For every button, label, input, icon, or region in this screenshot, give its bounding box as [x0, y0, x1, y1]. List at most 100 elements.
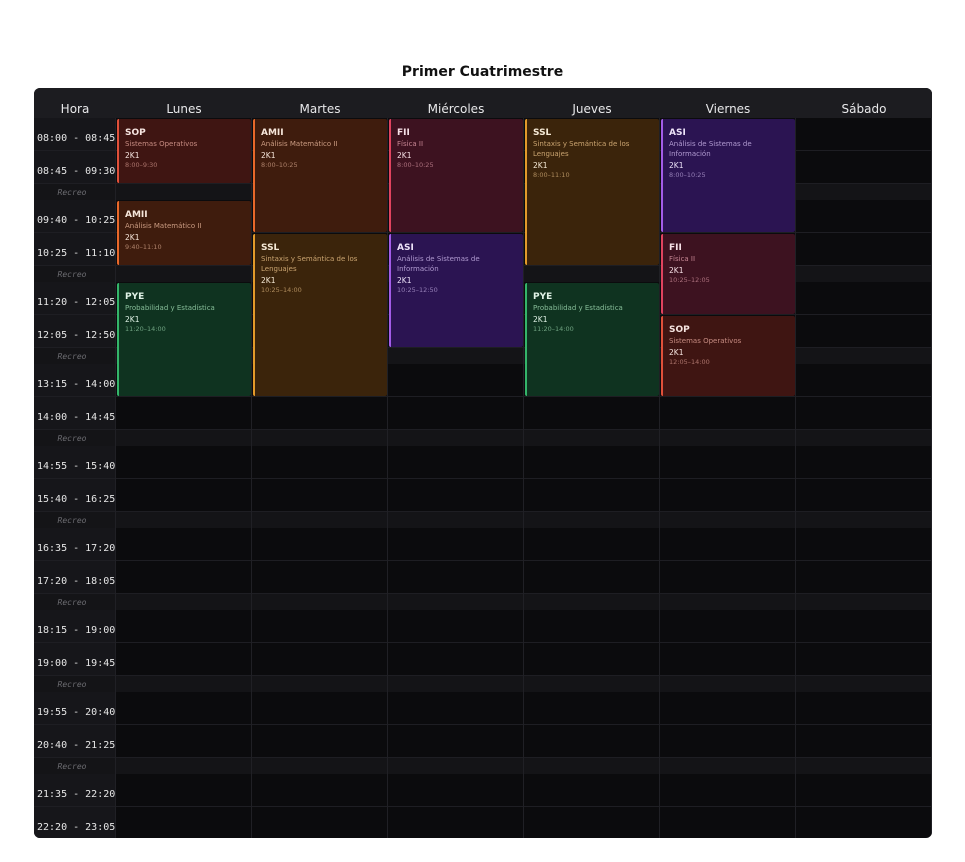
time-slot-label: 08:00 - 08:45 [37, 133, 116, 144]
class-block-sop[interactable]: SOP Sistemas Operativos 2K1 12:05–14:00 [661, 316, 795, 396]
class-group: 2K1 [261, 151, 276, 160]
class-code: SSL [533, 128, 552, 138]
time-slot-label: 15:40 - 16:25 [37, 494, 116, 505]
row-divider [34, 724, 932, 725]
column-divider [251, 88, 252, 838]
header-day-lunes: Lunes [166, 102, 202, 116]
class-name: Análisis de Sistemas de Información [397, 255, 480, 273]
class-block-amii[interactable]: AMII Análisis Matemático II 2K1 8:00–10:25 [253, 119, 387, 232]
time-slot-label: 22:20 - 23:05 [37, 822, 116, 833]
row-divider [34, 396, 932, 397]
class-code: SSL [261, 243, 280, 253]
class-group: 2K1 [669, 161, 684, 170]
header-day-sabado: Sábado [841, 102, 887, 116]
recess-band [34, 430, 932, 446]
recess-label: Recreo [57, 270, 87, 279]
class-name: Física II [397, 140, 424, 148]
class-code: SOP [125, 128, 146, 138]
recess-band [34, 676, 932, 692]
class-block-ssl[interactable]: SSL Sintaxis y Semántica de los Lenguajes… [525, 119, 659, 265]
time-slot-label: 13:15 - 14:00 [37, 379, 116, 390]
class-group: 2K1 [533, 315, 548, 324]
class-group: 2K1 [125, 233, 140, 242]
recess-label: Recreo [57, 434, 87, 443]
time-slot-label: 19:00 - 19:45 [37, 658, 116, 669]
class-time: 8:00–10:25 [669, 171, 706, 179]
class-time: 10:25–12:05 [669, 276, 710, 284]
class-name: Análisis Matemático II [125, 222, 202, 230]
class-name: Probabilidad y Estadística [125, 304, 215, 312]
recess-label: Recreo [57, 188, 87, 197]
class-group: 2K1 [669, 266, 684, 275]
class-time: 12:05–14:00 [669, 358, 710, 366]
header-day-viernes: Viernes [705, 102, 751, 116]
class-time: 8:00–11:10 [533, 171, 570, 179]
recess-label: Recreo [57, 762, 87, 771]
class-group: 2K1 [125, 151, 140, 160]
time-slot-label: 19:55 - 20:40 [37, 707, 116, 718]
recess-band [34, 758, 932, 774]
class-block-fii[interactable]: FII Física II 2K1 10:25–12:05 [661, 234, 795, 314]
class-block-amii[interactable]: AMII Análisis Matemático II 2K1 9:40–11:10 [117, 201, 251, 265]
class-code: AMII [261, 128, 284, 138]
column-divider [795, 88, 796, 838]
column-divider [115, 88, 116, 838]
time-slot-label: 14:55 - 15:40 [37, 461, 116, 472]
class-code: PYE [125, 292, 145, 302]
recess-label: Recreo [57, 680, 87, 689]
class-code: FII [397, 128, 410, 138]
time-slot-label: 21:35 - 22:20 [37, 789, 116, 800]
class-name: Probabilidad y Estadística [533, 304, 623, 312]
class-group: 2K1 [261, 276, 276, 285]
class-group: 2K1 [397, 151, 412, 160]
time-slot-label: 17:20 - 18:05 [37, 576, 116, 587]
recess-band [34, 512, 932, 528]
class-name: Análisis Matemático II [261, 140, 338, 148]
recess-label: Recreo [57, 516, 87, 525]
class-name: Sintaxis y Semántica de los Lenguajes [533, 140, 630, 158]
class-time: 8:00–9:30 [125, 161, 158, 169]
time-slot-label: 08:45 - 09:30 [37, 166, 116, 177]
class-block-asi[interactable]: ASI Análisis de Sistemas de Información 2K… [661, 119, 795, 232]
time-slot-label: 20:40 - 21:25 [37, 740, 116, 751]
row-divider [34, 642, 932, 643]
header-row: Hora Lunes Martes Miércoles Jueves Viern… [34, 88, 932, 118]
class-time: 8:00–10:25 [397, 161, 434, 169]
row-divider [34, 478, 932, 479]
class-block-pye[interactable]: PYE Probabilidad y Estadística 2K1 11:20–14… [117, 283, 251, 396]
class-code: SOP [669, 325, 690, 335]
class-code: FII [669, 243, 682, 253]
class-code: PYE [533, 292, 553, 302]
class-time: 9:40–11:10 [125, 243, 162, 251]
header-day-miercoles: Miércoles [427, 102, 485, 116]
time-slot-label: 12:05 - 12:50 [37, 330, 116, 341]
class-code: ASI [669, 128, 686, 138]
class-time: 11:20–14:00 [125, 325, 166, 333]
time-slot-label: 10:25 - 11:10 [37, 248, 116, 259]
time-slot-label: 11:20 - 12:05 [37, 297, 116, 308]
class-time: 11:20–14:00 [533, 325, 574, 333]
class-block-sop[interactable]: SOP Sistemas Operativos 2K1 8:00–9:30 [117, 119, 251, 183]
column-divider [659, 88, 660, 838]
recess-band [34, 594, 932, 610]
header-hora: Hora [60, 102, 90, 116]
column-divider [523, 88, 524, 838]
time-slot-label: 18:15 - 19:00 [37, 625, 116, 636]
class-block-ssl[interactable]: SSL Sintaxis y Semántica de los Lenguajes… [253, 234, 387, 396]
time-slot-label: 14:00 - 14:45 [37, 412, 116, 423]
class-code: ASI [397, 243, 414, 253]
header-day-martes: Martes [299, 102, 341, 116]
row-divider [34, 560, 932, 561]
class-code: AMII [125, 210, 148, 220]
class-group: 2K1 [125, 315, 140, 324]
class-name: Sintaxis y Semántica de los Lenguajes [261, 255, 358, 273]
class-time: 10:25–14:00 [261, 286, 302, 294]
class-block-fii[interactable]: FII Física II 2K1 8:00–10:25 [389, 119, 523, 232]
header-day-jueves: Jueves [572, 102, 612, 116]
class-block-pye[interactable]: PYE Probabilidad y Estadística 2K1 11:20–14… [525, 283, 659, 396]
column-divider [931, 88, 932, 838]
column-divider [387, 88, 388, 838]
class-name: Física II [669, 255, 696, 263]
class-group: 2K1 [533, 161, 548, 170]
class-block-asi[interactable]: ASI Análisis de Sistemas de Información 2K… [389, 234, 523, 347]
